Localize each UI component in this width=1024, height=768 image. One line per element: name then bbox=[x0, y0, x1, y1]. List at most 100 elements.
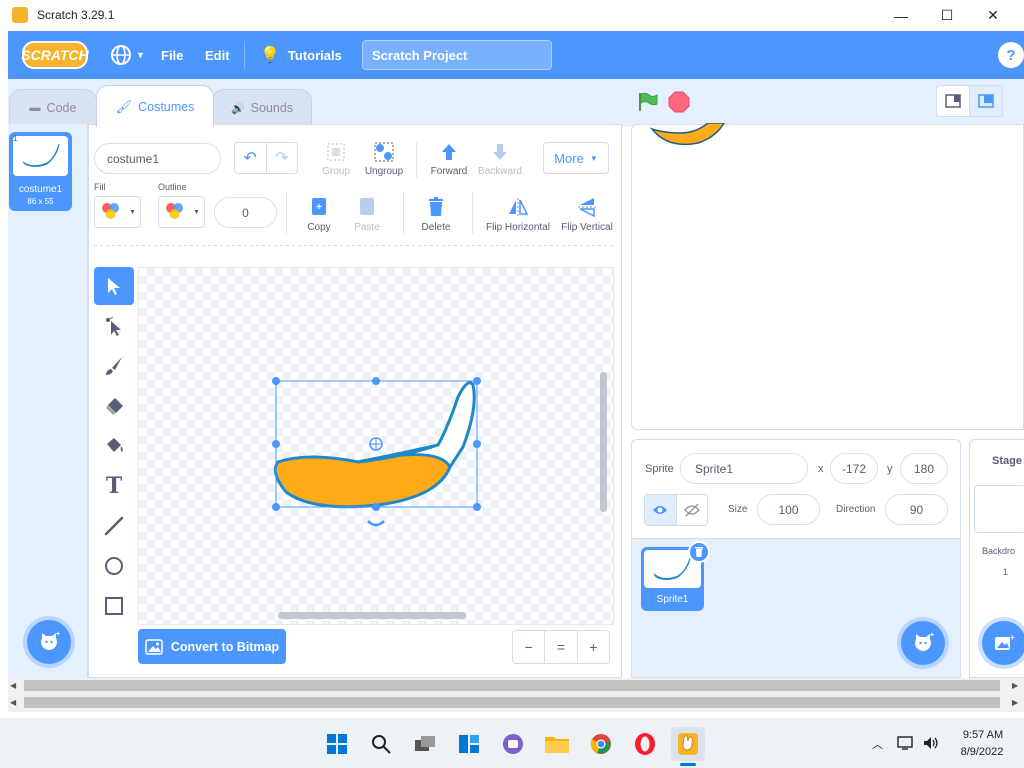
text-tool[interactable]: T bbox=[94, 467, 134, 505]
outline-color-picker[interactable]: ▼ bbox=[158, 196, 205, 228]
circle-tool[interactable] bbox=[94, 547, 134, 585]
edit-menu[interactable]: Edit bbox=[205, 31, 230, 79]
green-flag-icon[interactable] bbox=[636, 91, 658, 113]
choose-sprite-button[interactable]: + bbox=[901, 621, 945, 665]
search-button[interactable] bbox=[364, 727, 398, 761]
stage-selector-panel[interactable]: Stage Backdro 1 + bbox=[969, 439, 1024, 678]
help-button[interactable]: ? bbox=[998, 42, 1024, 68]
delete-button[interactable]: Delete bbox=[416, 196, 456, 233]
stage-canvas[interactable] bbox=[631, 123, 1024, 430]
stage-thumbnail[interactable] bbox=[974, 485, 1024, 533]
choose-costume-button[interactable]: + bbox=[27, 620, 71, 664]
arrow-cursor-icon bbox=[108, 278, 120, 295]
widgets-button[interactable] bbox=[452, 727, 486, 761]
backdrops-label: Backdro bbox=[982, 546, 1016, 556]
scroll-right-arrow-icon[interactable]: ▶ bbox=[1012, 698, 1018, 707]
rectangle-tool[interactable] bbox=[94, 587, 134, 625]
x-input[interactable]: -172 bbox=[830, 453, 878, 484]
scratch-taskbar-button[interactable] bbox=[671, 727, 705, 761]
outline-label: Outline bbox=[158, 182, 187, 192]
language-menu[interactable]: ▼ bbox=[110, 31, 145, 79]
copy-label: Copy bbox=[307, 222, 331, 233]
scroll-left-arrow-icon[interactable]: ◀ bbox=[10, 698, 16, 707]
normal-stage-button[interactable] bbox=[969, 85, 1003, 117]
maximize-button[interactable]: ☐ bbox=[924, 0, 970, 31]
chrome-button[interactable] bbox=[584, 727, 618, 761]
scroll-right-arrow-icon[interactable]: ▶ bbox=[1012, 681, 1018, 690]
visibility-toggle bbox=[644, 494, 708, 526]
small-stage-button[interactable] bbox=[936, 85, 970, 117]
banana-thumbnail bbox=[22, 143, 60, 167]
tab-sounds[interactable]: 🔊 Sounds bbox=[212, 89, 312, 126]
title-bar: Scratch 3.29.1 — ☐ ✕ bbox=[0, 0, 1024, 31]
convert-to-bitmap-button[interactable]: Convert to Bitmap bbox=[138, 629, 286, 664]
zoom-out-button[interactable]: − bbox=[513, 631, 546, 663]
canvas-horizontal-scrollbar bbox=[278, 612, 466, 619]
scratch-app-icon bbox=[678, 733, 698, 755]
network-icon[interactable] bbox=[897, 735, 915, 754]
size-input[interactable]: 100 bbox=[757, 494, 820, 525]
minimize-button[interactable]: — bbox=[878, 0, 924, 31]
horizontal-scrollbar-thumb[interactable] bbox=[24, 697, 1000, 708]
fill-color-picker[interactable]: ▼ bbox=[94, 196, 141, 228]
file-explorer-button[interactable] bbox=[540, 727, 574, 761]
outline-width-input[interactable]: 0 bbox=[214, 197, 277, 228]
sprite-name-input[interactable]: Sprite1 bbox=[680, 453, 808, 484]
choose-backdrop-button[interactable]: + bbox=[982, 621, 1024, 665]
taskbar-date[interactable]: 8/9/2022 bbox=[952, 746, 1012, 758]
group-button[interactable]: Group bbox=[315, 141, 357, 177]
copy-button[interactable]: + Copy bbox=[300, 196, 338, 233]
eraser-tool[interactable] bbox=[94, 387, 134, 425]
fill-tool[interactable] bbox=[94, 427, 134, 465]
line-tool[interactable] bbox=[94, 507, 134, 545]
undo-icon[interactable]: ↶ bbox=[235, 143, 267, 173]
costume-item[interactable]: 1 costume1 86 x 55 bbox=[9, 132, 72, 211]
y-input[interactable]: 180 bbox=[900, 453, 948, 484]
ungroup-button[interactable]: Ungroup bbox=[362, 141, 406, 177]
normal-stage-icon bbox=[978, 94, 994, 108]
brush-tool[interactable] bbox=[94, 347, 134, 385]
backward-button[interactable]: Backward bbox=[476, 141, 524, 177]
reshape-tool[interactable] bbox=[94, 307, 134, 345]
svg-text:+: + bbox=[316, 202, 322, 213]
task-view-button[interactable] bbox=[408, 727, 442, 761]
scroll-left-arrow-icon[interactable]: ◀ bbox=[10, 681, 16, 690]
opera-button[interactable] bbox=[628, 727, 662, 761]
scratch-logo[interactable]: SCRATCH bbox=[21, 41, 89, 69]
forward-button[interactable]: Forward bbox=[428, 141, 470, 177]
tutorials-menu[interactable]: 💡 Tutorials bbox=[260, 31, 342, 79]
paste-button[interactable]: Paste bbox=[348, 196, 386, 233]
globe-icon bbox=[111, 45, 131, 65]
hide-button[interactable] bbox=[677, 495, 708, 525]
show-button[interactable] bbox=[645, 495, 677, 525]
tab-costumes[interactable]: 🖌 Costumes bbox=[96, 85, 214, 127]
stop-icon[interactable] bbox=[668, 91, 690, 113]
close-button[interactable]: ✕ bbox=[970, 0, 1016, 31]
teams-chat-button[interactable] bbox=[496, 727, 530, 761]
direction-input[interactable]: 90 bbox=[885, 494, 948, 525]
window-title: Scratch 3.29.1 bbox=[37, 8, 115, 22]
chevron-up-icon[interactable]: ︿ bbox=[872, 736, 883, 752]
text-icon: T bbox=[105, 473, 123, 499]
file-menu[interactable]: File bbox=[161, 31, 183, 79]
horizontal-scrollbar-thumb[interactable] bbox=[24, 680, 1000, 691]
flip-vertical-button[interactable]: Flip Vertical bbox=[558, 196, 616, 233]
zoom-reset-button[interactable]: = bbox=[545, 631, 578, 663]
costume-name-input[interactable]: costume1 bbox=[94, 143, 221, 174]
redo-icon[interactable]: ↷ bbox=[267, 143, 298, 173]
zoom-in-button[interactable]: + bbox=[578, 631, 609, 663]
window-scroll-area: ◀ ▶ ◀ ▶ bbox=[8, 678, 1024, 712]
stage-header bbox=[622, 79, 1024, 124]
more-button[interactable]: More ▼ bbox=[543, 142, 609, 174]
scratch-app-icon bbox=[12, 7, 28, 23]
volume-icon[interactable] bbox=[922, 735, 940, 754]
ungroup-icon bbox=[374, 142, 394, 162]
flip-horizontal-button[interactable]: Flip Horizontal bbox=[484, 196, 552, 233]
delete-sprite-button[interactable] bbox=[688, 541, 710, 563]
project-title-input[interactable]: Scratch Project bbox=[362, 40, 552, 70]
tab-code[interactable]: ▬ Code bbox=[9, 89, 97, 126]
sprite-on-stage[interactable] bbox=[650, 123, 730, 153]
taskbar-time[interactable]: 9:57 AM bbox=[956, 729, 1010, 741]
select-tool[interactable] bbox=[94, 267, 134, 305]
start-button[interactable] bbox=[320, 727, 354, 761]
